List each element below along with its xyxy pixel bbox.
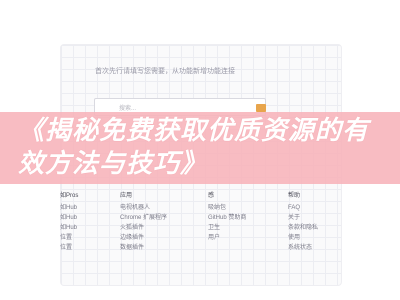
footer-link[interactable]: 边缘插件 bbox=[120, 233, 167, 243]
footer-column-1: 如Pros 如Hub 如Hub 如Hub 位置 位置 bbox=[60, 190, 78, 253]
footer-link[interactable]: GitHub 赞助商 bbox=[208, 213, 246, 223]
footer-column-apps: 应用 电视机器人 Chrome 扩展程序 火狐插件 边缘插件 数据插件 bbox=[120, 190, 167, 253]
footer-link[interactable]: Chrome 扩展程序 bbox=[120, 213, 167, 223]
banner-title: 《揭秘免费获取优质资源的有效方法与技巧》 bbox=[18, 116, 370, 179]
footer-link[interactable]: 如Hub bbox=[60, 213, 78, 223]
footer-link[interactable]: 吸纳包 bbox=[208, 203, 246, 213]
footer-link[interactable]: 关于 bbox=[288, 213, 318, 223]
footer-link[interactable]: 如Hub bbox=[60, 203, 78, 213]
footer-link[interactable]: 电视机器人 bbox=[120, 203, 167, 213]
footer-column-3: 感 吸纳包 GitHub 赞助商 卫生 用户 bbox=[208, 190, 246, 243]
footer-link[interactable]: 用户 bbox=[208, 233, 246, 243]
page: 首次先行请填写您需要，从功能新增功能连接 《揭秘免费获取优质资源的有效方法与技巧… bbox=[0, 0, 400, 300]
footer-link[interactable]: 数据插件 bbox=[120, 243, 167, 253]
footer-column-header: 帮助 bbox=[288, 193, 301, 199]
footer-link[interactable]: 系统状态 bbox=[288, 243, 318, 253]
footer-link[interactable]: 使用 bbox=[288, 233, 318, 243]
footer-column-header: 应用 bbox=[120, 193, 133, 199]
footer-column-header: 如Pros bbox=[60, 193, 79, 199]
footer-column-help: 帮助 FAQ 关于 条款和隐私 使用 系统状态 bbox=[288, 190, 318, 253]
footer-link[interactable]: 位置 bbox=[60, 243, 78, 253]
notice-text: 首次先行请填写您需要，从功能新增功能连接 bbox=[95, 68, 235, 75]
footer-link[interactable]: 卫生 bbox=[208, 223, 246, 233]
footer-link[interactable]: 位置 bbox=[60, 233, 78, 243]
footer-column-header: 感 bbox=[208, 193, 215, 199]
footer-link[interactable]: 条款和隐私 bbox=[288, 223, 318, 233]
folder-icon[interactable] bbox=[256, 104, 266, 112]
footer-link[interactable]: 火狐插件 bbox=[120, 223, 167, 233]
footer-link[interactable]: FAQ bbox=[288, 203, 318, 213]
footer-link[interactable]: 如Hub bbox=[60, 223, 78, 233]
